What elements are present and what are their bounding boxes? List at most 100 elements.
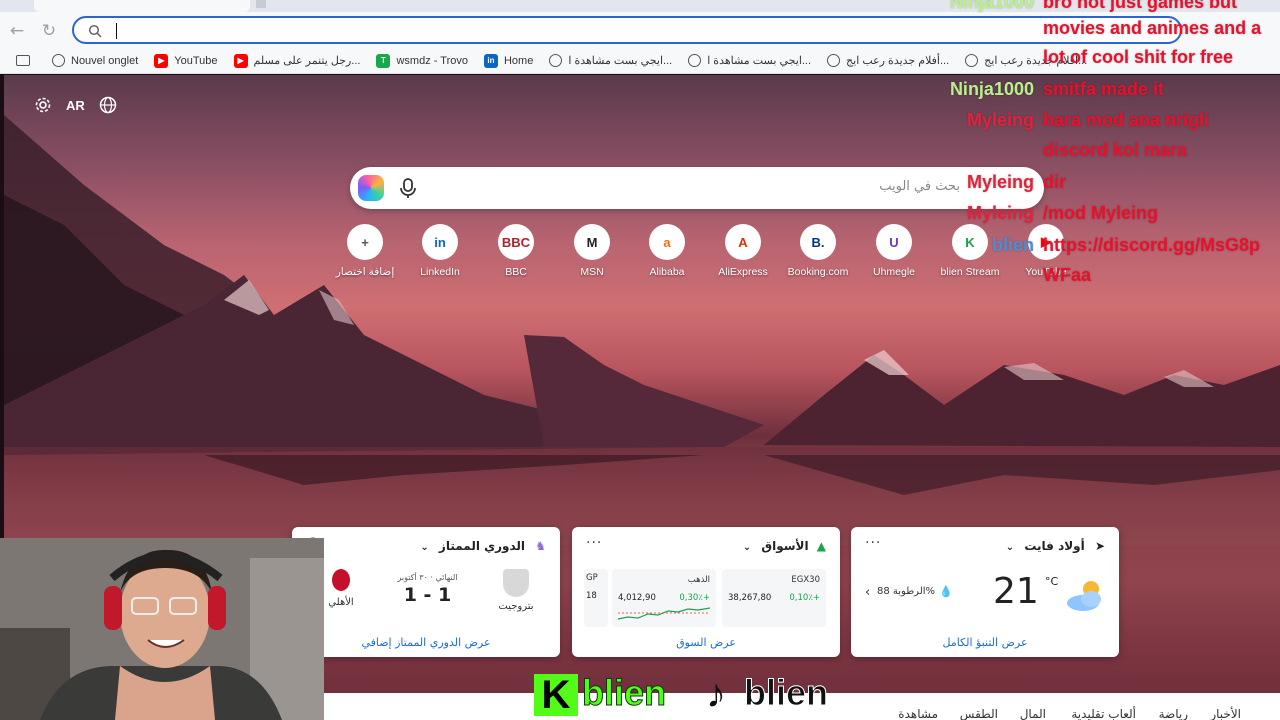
quick-link-icon: A <box>725 224 761 260</box>
weather-now[interactable]: ‹ 💧 الرطوبة 88% 21 °C <box>863 571 1107 625</box>
chat-username: Myleing <box>966 110 1034 130</box>
quick-link[interactable]: in LinkedIn <box>400 224 480 278</box>
chat-username: blien <box>991 235 1034 255</box>
quick-link[interactable]: B. Booking.com <box>778 224 858 278</box>
weather-footer-link[interactable]: عرض التنبؤ الكامل <box>851 636 1119 649</box>
market-tile[interactable]: الذهب 4,012,90 0,30٪+ <box>612 569 716 627</box>
bookmark-item[interactable]: ايجي بست مشاهدة ا... <box>680 50 819 72</box>
temperature-unit: °C <box>1045 575 1059 588</box>
news-nav-item[interactable]: رياضة <box>1159 707 1188 720</box>
market-change: 0,10٪+ <box>789 593 820 603</box>
bookmark-item[interactable]: ايجي بست مشاهدة ا... <box>541 50 680 72</box>
quick-link-label: Booking.com <box>787 266 849 278</box>
home-team: بتروجيت <box>486 569 546 612</box>
humidity-icon: 💧 <box>939 585 953 598</box>
globe-settings-icon[interactable] <box>99 96 117 114</box>
quick-link-label: إضافة اختصار <box>335 266 395 278</box>
quick-link[interactable]: + إضافة اختصار <box>325 224 405 278</box>
globe-icon <box>827 54 841 67</box>
bookmark-item[interactable]: in Home <box>476 50 541 72</box>
market-value: 4,012,90 <box>618 593 656 603</box>
location-arrow-icon: ➤ <box>1094 539 1105 553</box>
tab-scroll[interactable] <box>256 0 266 8</box>
match-row[interactable]: بتروجيت النهائي · ٣٠ أكتوبر 1 - 1 الأهلي <box>324 569 546 625</box>
market-tile[interactable]: GP 18 <box>584 569 608 627</box>
globe-icon <box>688 54 702 67</box>
back-arrow-icon[interactable]: ← <box>6 20 28 42</box>
news-nav-item[interactable]: الطقس <box>960 707 998 720</box>
markets-title: الأسواق <box>761 539 809 553</box>
gear-icon[interactable] <box>34 96 52 114</box>
globe-icon <box>52 54 65 67</box>
shield-icon <box>503 569 529 597</box>
bookmark-item[interactable]: Nouvel onglet <box>44 50 146 72</box>
market-tile[interactable]: EGX30 38,267,80 0,10٪+ <box>722 569 826 627</box>
copilot-icon[interactable] <box>358 175 384 201</box>
away-team: الأهلي <box>320 569 362 608</box>
league-footer-link[interactable]: عرض الدوري الممتاز إضافي <box>292 636 560 649</box>
quick-link[interactable]: U Uhmegle <box>854 224 934 278</box>
search-icon <box>88 24 102 38</box>
reload-icon[interactable]: ↻ <box>38 20 60 42</box>
chat-username: Myleing <box>966 203 1034 223</box>
chevron-down-icon[interactable]: ⌄ <box>1006 542 1014 553</box>
quick-link-icon: BBC <box>498 224 534 260</box>
bookmark-reading-list[interactable] <box>8 50 44 72</box>
away-team-name: الأهلي <box>328 597 354 608</box>
chat-message: WFaa <box>1043 265 1092 285</box>
market-value: 18 <box>586 591 597 601</box>
kick-logo-icon: K <box>534 674 578 716</box>
chat-message: /mod Myleing <box>1043 203 1159 223</box>
weather-location: أولاد فايت <box>1024 539 1085 553</box>
market-name: الذهب <box>687 575 710 585</box>
league-title: الدوري الممتاز <box>438 539 526 553</box>
bookmark-item[interactable]: ▶ YouTube <box>146 50 225 72</box>
trovo-icon: T <box>376 53 391 68</box>
quick-link-icon: M <box>574 224 610 260</box>
bookmark-item[interactable]: T wsmdz - Trovo <box>368 50 476 72</box>
quick-link-label: blien Stream <box>940 266 1000 278</box>
microphone-icon[interactable] <box>398 177 418 199</box>
quick-link-icon: + <box>347 224 383 260</box>
league-card[interactable]: ⓘ ⌄ الدوري الممتاز ♞ بتروجيت النهائي · ٣… <box>292 527 560 657</box>
bookmark-item[interactable]: أفلام جديدة رعب ايج... <box>819 50 957 72</box>
language-label[interactable]: AR <box>66 98 85 113</box>
market-values: 38,267,80 0,10٪+ <box>728 593 820 603</box>
bookmark-item[interactable]: ▶ رجل يتنمر على مسلم... <box>226 50 369 72</box>
search-placeholder: بحث في الويب <box>879 179 960 194</box>
chat-message: dir <box>1043 172 1067 192</box>
markets-footer-link[interactable]: عرض السوق <box>572 636 840 649</box>
markets-card[interactable]: ··· ⌄ الأسواق ▲ EGX30 38,267,80 0,10٪+ ا… <box>572 527 840 657</box>
temperature: 21 <box>993 571 1039 612</box>
tiktok-logo-icon: ♪ <box>706 672 726 716</box>
quick-link[interactable]: a Alibaba <box>627 224 707 278</box>
web-search-box[interactable]: بحث في الويب <box>350 167 1044 209</box>
match-status: النهائي · ٣٠ أكتوبر <box>397 573 458 582</box>
kick-brand-name: blien <box>581 672 667 714</box>
chevron-left-icon[interactable]: ‹ <box>865 585 870 600</box>
quick-link[interactable]: A AliExpress <box>703 224 783 278</box>
score-block: النهائي · ٣٠ أكتوبر 1 - 1 <box>379 573 476 606</box>
news-nav-item[interactable]: مشاهدة <box>898 707 938 720</box>
news-nav-item[interactable]: الأخبار <box>1210 707 1241 720</box>
chat-message: https://discord.gg/MsG8p <box>1043 235 1261 255</box>
quick-link-icon: B. <box>800 224 836 260</box>
quick-link[interactable]: BBC BBC <box>476 224 556 278</box>
quick-link-icon: K <box>952 224 988 260</box>
quick-link[interactable]: M MSN <box>552 224 632 278</box>
bookmark-label: رجل يتنمر على مسلم... <box>253 55 361 67</box>
humidity: الرطوبة 88% <box>877 586 936 597</box>
news-nav-item[interactable]: المال <box>1020 707 1046 720</box>
sparkline <box>618 607 710 620</box>
address-bar[interactable] <box>72 16 1182 44</box>
chevron-down-icon[interactable]: ⌄ <box>420 542 428 553</box>
newtab-top-controls: AR <box>34 96 117 114</box>
market-value: 38,267,80 <box>728 593 772 603</box>
weather-card[interactable]: ··· ⌄ أولاد فايت ➤ ‹ 💧 الرطوبة 88% 21 °C… <box>851 527 1119 657</box>
chevron-down-icon[interactable]: ⌄ <box>743 542 751 553</box>
active-tab[interactable] <box>34 0 250 12</box>
news-nav-item[interactable]: ألعاب تقليدية <box>1071 707 1136 720</box>
streamer-figure <box>0 538 324 720</box>
text-caret <box>116 23 117 39</box>
quick-link-label: Alibaba <box>649 266 685 278</box>
